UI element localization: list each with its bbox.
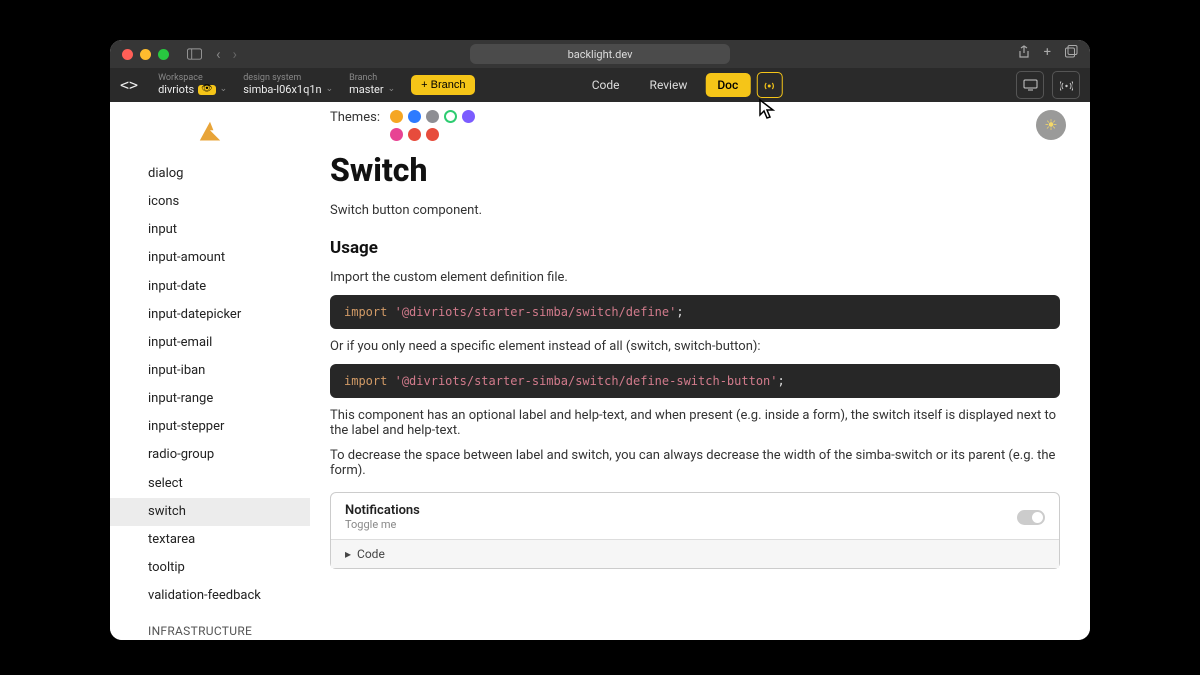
close-icon[interactable]: [122, 49, 133, 60]
chevron-down-icon: ⌄: [326, 85, 334, 95]
tab-doc[interactable]: Doc: [705, 73, 750, 97]
sidebar-item-input-datepicker[interactable]: input-datepicker: [110, 301, 310, 329]
chevron-down-icon: ⌄: [220, 85, 228, 95]
code-block-1[interactable]: import '@divriots/starter-simba/switch/d…: [330, 295, 1060, 329]
sidebar-item-input-email[interactable]: input-email: [110, 329, 310, 357]
new-branch-button[interactable]: +Branch: [411, 75, 475, 95]
sidebar-item-validation-feedback[interactable]: validation-feedback: [110, 582, 310, 610]
maximize-icon[interactable]: [158, 49, 169, 60]
usage-intro: Import the custom element definition fil…: [330, 270, 1060, 285]
page-title: Switch: [330, 151, 1060, 189]
sidebar-item-input-stepper[interactable]: input-stepper: [110, 413, 310, 441]
workspace-selector[interactable]: Workspace divriots👁⌄: [158, 74, 227, 96]
sidebar-item-textarea[interactable]: textarea: [110, 526, 310, 554]
sidebar-item-radio-group[interactable]: radio-group: [110, 441, 310, 469]
sidebar-item-tooltip[interactable]: tooltip: [110, 554, 310, 582]
app-toolbar: <> Workspace divriots👁⌄ design system si…: [110, 68, 1090, 102]
eye-badge-icon: 👁: [198, 85, 215, 95]
themes-label: Themes:: [330, 110, 380, 125]
preview-button[interactable]: [1016, 71, 1044, 99]
titlebar: ‹ › backlight.dev +: [110, 40, 1090, 68]
deploy-button[interactable]: [1052, 71, 1080, 99]
sidebar-nav: dialogiconsinputinput-amountinput-datein…: [110, 160, 310, 610]
forward-icon[interactable]: ›: [233, 45, 238, 63]
theme-swatch[interactable]: [444, 110, 457, 123]
tab-review[interactable]: Review: [638, 73, 700, 97]
sidebar-item-switch[interactable]: switch: [110, 498, 310, 526]
app-window: ‹ › backlight.dev + <> Workspace divriot…: [110, 40, 1090, 640]
traffic-lights: [122, 49, 169, 60]
sidebar-item-select[interactable]: select: [110, 470, 310, 498]
sidebar-item-input-range[interactable]: input-range: [110, 385, 310, 413]
code-block-2[interactable]: import '@divriots/starter-simba/switch/d…: [330, 364, 1060, 398]
usage-heading: Usage: [330, 238, 1060, 258]
sidebar-toggle-icon[interactable]: [187, 47, 202, 62]
demo-title: Notifications: [345, 503, 420, 518]
url-bar[interactable]: backlight.dev: [470, 44, 730, 64]
simba-logo[interactable]: [110, 118, 310, 146]
theme-swatch[interactable]: [462, 110, 475, 123]
sidebar-item-icons[interactable]: icons: [110, 188, 310, 216]
content-area: dialogiconsinputinput-amountinput-datein…: [110, 102, 1090, 640]
sun-icon: ☀: [1044, 116, 1057, 134]
demo-code-toggle[interactable]: ▸ Code: [331, 539, 1059, 568]
paragraph-width-tip: To decrease the space between label and …: [330, 448, 1060, 478]
caret-right-icon: ▸: [345, 547, 351, 561]
tabs-overview-icon[interactable]: [1065, 45, 1078, 63]
new-tab-icon[interactable]: +: [1044, 45, 1051, 63]
theme-swatch[interactable]: [390, 128, 403, 141]
plus-icon: +: [421, 79, 427, 91]
branch-selector[interactable]: Branch master⌄: [349, 74, 395, 96]
main-content: ☀ Themes: Switch Switch button component…: [310, 102, 1090, 640]
theme-swatch[interactable]: [426, 110, 439, 123]
logo-code-icon[interactable]: <>: [120, 76, 138, 94]
minimize-icon[interactable]: [140, 49, 151, 60]
design-system-selector[interactable]: design system simba-l06x1q1n⌄: [243, 74, 333, 96]
demo-subtitle: Toggle me: [345, 518, 420, 531]
sidebar-item-input-date[interactable]: input-date: [110, 273, 310, 301]
themes-row: Themes:: [330, 110, 1060, 141]
tab-code[interactable]: Code: [580, 73, 632, 97]
theme-swatch[interactable]: [390, 110, 403, 123]
sidebar-item-dialog[interactable]: dialog: [110, 160, 310, 188]
theme-swatch[interactable]: [426, 128, 439, 141]
sidebar-heading-infrastructure: INFRASTRUCTURE: [110, 610, 310, 640]
sidebar-item-input-iban[interactable]: input-iban: [110, 357, 310, 385]
back-icon[interactable]: ‹: [216, 45, 221, 63]
share-icon[interactable]: [1018, 45, 1030, 63]
theme-swatch[interactable]: [408, 128, 421, 141]
sidebar: dialogiconsinputinput-amountinput-datein…: [110, 102, 310, 640]
broadcast-icon[interactable]: [756, 72, 782, 98]
switch-toggle[interactable]: [1017, 510, 1045, 525]
view-tabs: Code Review Doc: [580, 72, 783, 98]
sidebar-item-input[interactable]: input: [110, 216, 310, 244]
chevron-down-icon: ⌄: [388, 85, 396, 95]
sidebar-item-input-amount[interactable]: input-amount: [110, 244, 310, 272]
demo-card: Notifications Toggle me ▸ Code: [330, 492, 1060, 569]
theme-swatch[interactable]: [408, 110, 421, 123]
page-description: Switch button component.: [330, 203, 1060, 218]
dark-mode-toggle[interactable]: ☀: [1036, 110, 1066, 140]
usage-alt: Or if you only need a specific element i…: [330, 339, 1060, 354]
url-text: backlight.dev: [568, 48, 633, 61]
paragraph-label-help: This component has an optional label and…: [330, 408, 1060, 438]
theme-swatches: [390, 110, 490, 141]
